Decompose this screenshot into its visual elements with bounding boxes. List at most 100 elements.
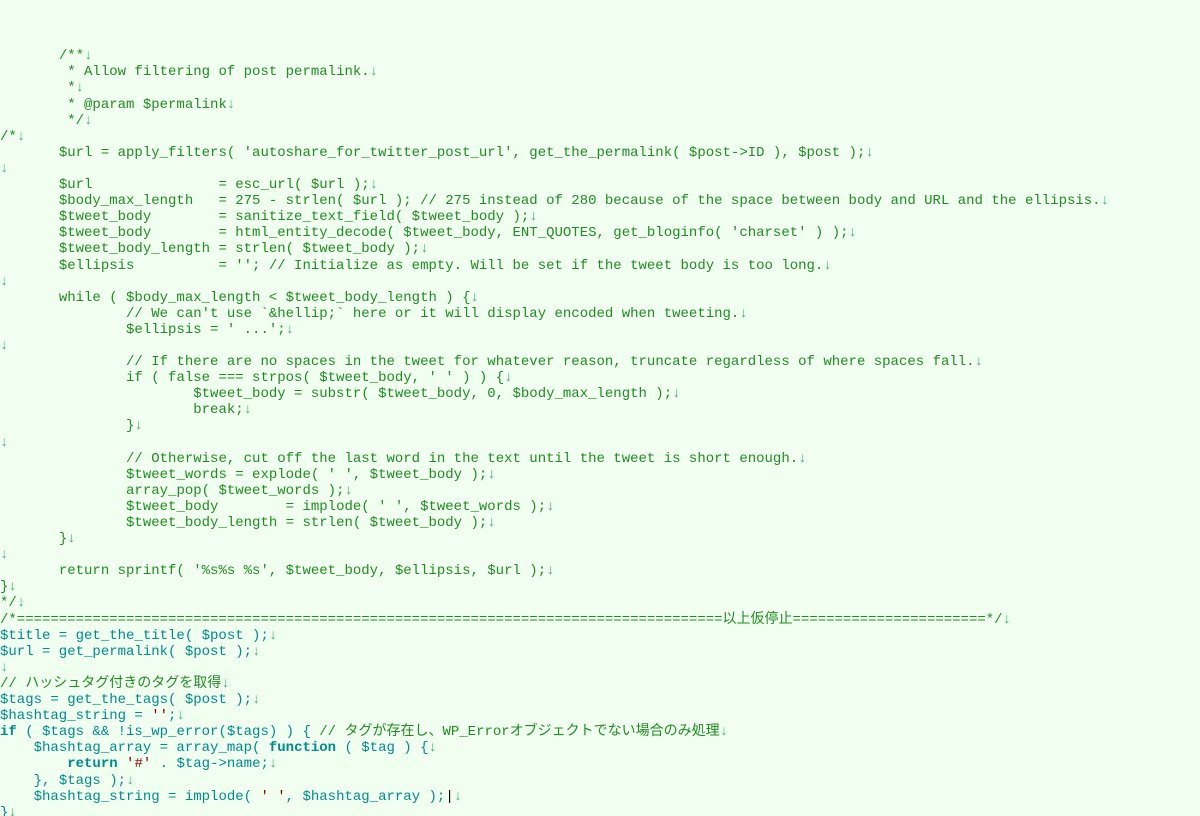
code-token: ↓ xyxy=(429,740,437,756)
code-line: $title = get_the_title( $post );↓ xyxy=(0,628,277,644)
code-token: */ xyxy=(67,113,84,129)
code-token: ↓ xyxy=(798,451,806,467)
code-token: $hashtag_array = array_map( xyxy=(34,740,269,756)
code-token: ↓ xyxy=(76,80,84,96)
code-token: ↓ xyxy=(269,628,277,644)
code-line: $url = apply_filters( 'autoshare_for_twi… xyxy=(0,145,874,161)
code-token: $tweet_body = implode( ' ', $tweet_words… xyxy=(126,499,546,515)
code-editor[interactable]: /**↓ * Allow filtering of post permalink… xyxy=(0,48,1200,816)
code-token: // タグが存在し、WP_Errorオブジェクトでない場合のみ処理 xyxy=(319,724,719,740)
code-token: * Allow filtering of post permalink. xyxy=(67,64,369,80)
code-token: ↓ xyxy=(1003,612,1011,628)
code-line: array_pop( $tweet_words );↓ xyxy=(0,483,353,499)
code-token: ↓ xyxy=(0,338,8,354)
code-token: ↓ xyxy=(0,274,8,290)
code-line: * Allow filtering of post permalink.↓ xyxy=(0,64,378,80)
code-line: $body_max_length = 275 - strlen( $url );… xyxy=(0,193,1109,209)
code-token: ↓ xyxy=(975,354,983,370)
code-line: ↓ xyxy=(0,660,8,676)
code-token: $tweet_body = sanitize_text_field( $twee… xyxy=(59,209,529,225)
code-token: ↓ xyxy=(0,547,8,563)
code-line: /**↓ xyxy=(0,48,92,64)
code-token: * xyxy=(67,80,75,96)
code-token: ↓ xyxy=(849,225,857,241)
code-line: * @param $permalink↓ xyxy=(0,97,235,113)
code-token: ↓ xyxy=(227,97,235,113)
code-token: $hashtag_string = xyxy=(0,708,151,724)
code-token: ↓ xyxy=(546,563,554,579)
code-token: $url = get_permalink( $post ); xyxy=(0,644,252,660)
code-token: ↓ xyxy=(126,773,134,789)
code-line: $ellipsis = ' ...';↓ xyxy=(0,322,294,338)
code-token: $body_max_length = 275 - strlen( $url );… xyxy=(59,193,1101,209)
code-token: function xyxy=(269,740,336,756)
code-token: ↓ xyxy=(1101,193,1109,209)
code-token: }, $tags ); xyxy=(34,773,126,789)
code-token xyxy=(118,756,126,772)
code-token: , $hashtag_array ); xyxy=(286,789,446,805)
code-token: ↓ xyxy=(504,370,512,386)
code-token: . $tag->name; xyxy=(151,756,269,772)
code-token: '' xyxy=(151,708,168,724)
code-line: $hashtag_array = array_map( function ( $… xyxy=(0,740,437,756)
code-line: // ハッシュタグ付きのタグを取得↓ xyxy=(0,676,230,692)
code-token: while ( $body_max_length < $tweet_body_l… xyxy=(59,290,471,306)
code-token: /*======================================… xyxy=(0,612,1003,628)
code-line: ↓ xyxy=(0,161,8,177)
code-token: ↓ xyxy=(221,676,229,692)
code-token: $tweet_body = html_entity_decode( $tweet… xyxy=(59,225,849,241)
code-token: ↓ xyxy=(546,499,554,515)
code-token: ↓ xyxy=(823,258,831,274)
code-token: if xyxy=(0,724,17,740)
code-line: $hashtag_string = implode( ' ', $hashtag… xyxy=(0,789,462,805)
code-line: ↓ xyxy=(0,338,8,354)
code-line: // If there are no spaces in the tweet f… xyxy=(0,354,983,370)
code-token: $tweet_body = substr( $tweet_body, 0, $b… xyxy=(193,386,672,402)
code-token: array_pop( $tweet_words ); xyxy=(126,483,344,499)
code-token: ↓ xyxy=(244,402,252,418)
code-token: * @param $permalink xyxy=(67,97,227,113)
code-token: ( $tag ) { xyxy=(336,740,428,756)
code-line: break;↓ xyxy=(0,402,252,418)
code-token: $ellipsis = ' ...'; xyxy=(126,322,286,338)
code-line: $tweet_body = substr( $tweet_body, 0, $b… xyxy=(0,386,681,402)
code-token: ↓ xyxy=(252,644,260,660)
code-line: */↓ xyxy=(0,595,25,611)
code-token: ↓ xyxy=(84,113,92,129)
code-token: ↓ xyxy=(454,789,462,805)
code-token: ↓ xyxy=(739,306,747,322)
code-line: $tweet_body = implode( ' ', $tweet_words… xyxy=(0,499,555,515)
code-token: ↓ xyxy=(420,241,428,257)
code-token: $ellipsis = ''; // Initialize as empty. … xyxy=(59,258,824,274)
code-line: $tweet_body_length = strlen( $tweet_body… xyxy=(0,241,428,257)
code-line: $tags = get_the_tags( $post );↓ xyxy=(0,692,260,708)
code-token: /** xyxy=(59,48,84,64)
code-token: ↓ xyxy=(865,145,873,161)
code-line: if ( $tags && !is_wp_error($tags) ) { //… xyxy=(0,724,728,740)
code-token: ↓ xyxy=(529,209,537,225)
code-token: ↓ xyxy=(672,386,680,402)
code-token: } xyxy=(0,805,8,816)
code-token: ↓ xyxy=(176,708,184,724)
code-line: $tweet_body = html_entity_decode( $tweet… xyxy=(0,225,857,241)
code-line: return '#' . $tag->name;↓ xyxy=(0,756,277,772)
code-line: */↓ xyxy=(0,113,92,129)
code-token: ↓ xyxy=(67,531,75,547)
code-token: ↓ xyxy=(17,595,25,611)
code-line: /*======================================… xyxy=(0,612,1011,628)
code-token: ↓ xyxy=(0,435,8,451)
code-token: '#' xyxy=(126,756,151,772)
code-token: $tweet_body_length = strlen( $tweet_body… xyxy=(59,241,420,257)
code-token: // Otherwise, cut off the last word in t… xyxy=(126,451,798,467)
code-token: */ xyxy=(0,595,17,611)
code-line: }↓ xyxy=(0,531,76,547)
code-line: // We can't use `&hellip;` here or it wi… xyxy=(0,306,748,322)
code-token: ↓ xyxy=(8,579,16,595)
code-token: $url = apply_filters( 'autoshare_for_twi… xyxy=(59,145,866,161)
code-token: ↓ xyxy=(84,48,92,64)
code-token: ↓ xyxy=(0,660,8,676)
code-token: return xyxy=(67,756,117,772)
code-token: ↓ xyxy=(720,724,728,740)
code-token: ↓ xyxy=(487,467,495,483)
code-line: $hashtag_string = '';↓ xyxy=(0,708,185,724)
